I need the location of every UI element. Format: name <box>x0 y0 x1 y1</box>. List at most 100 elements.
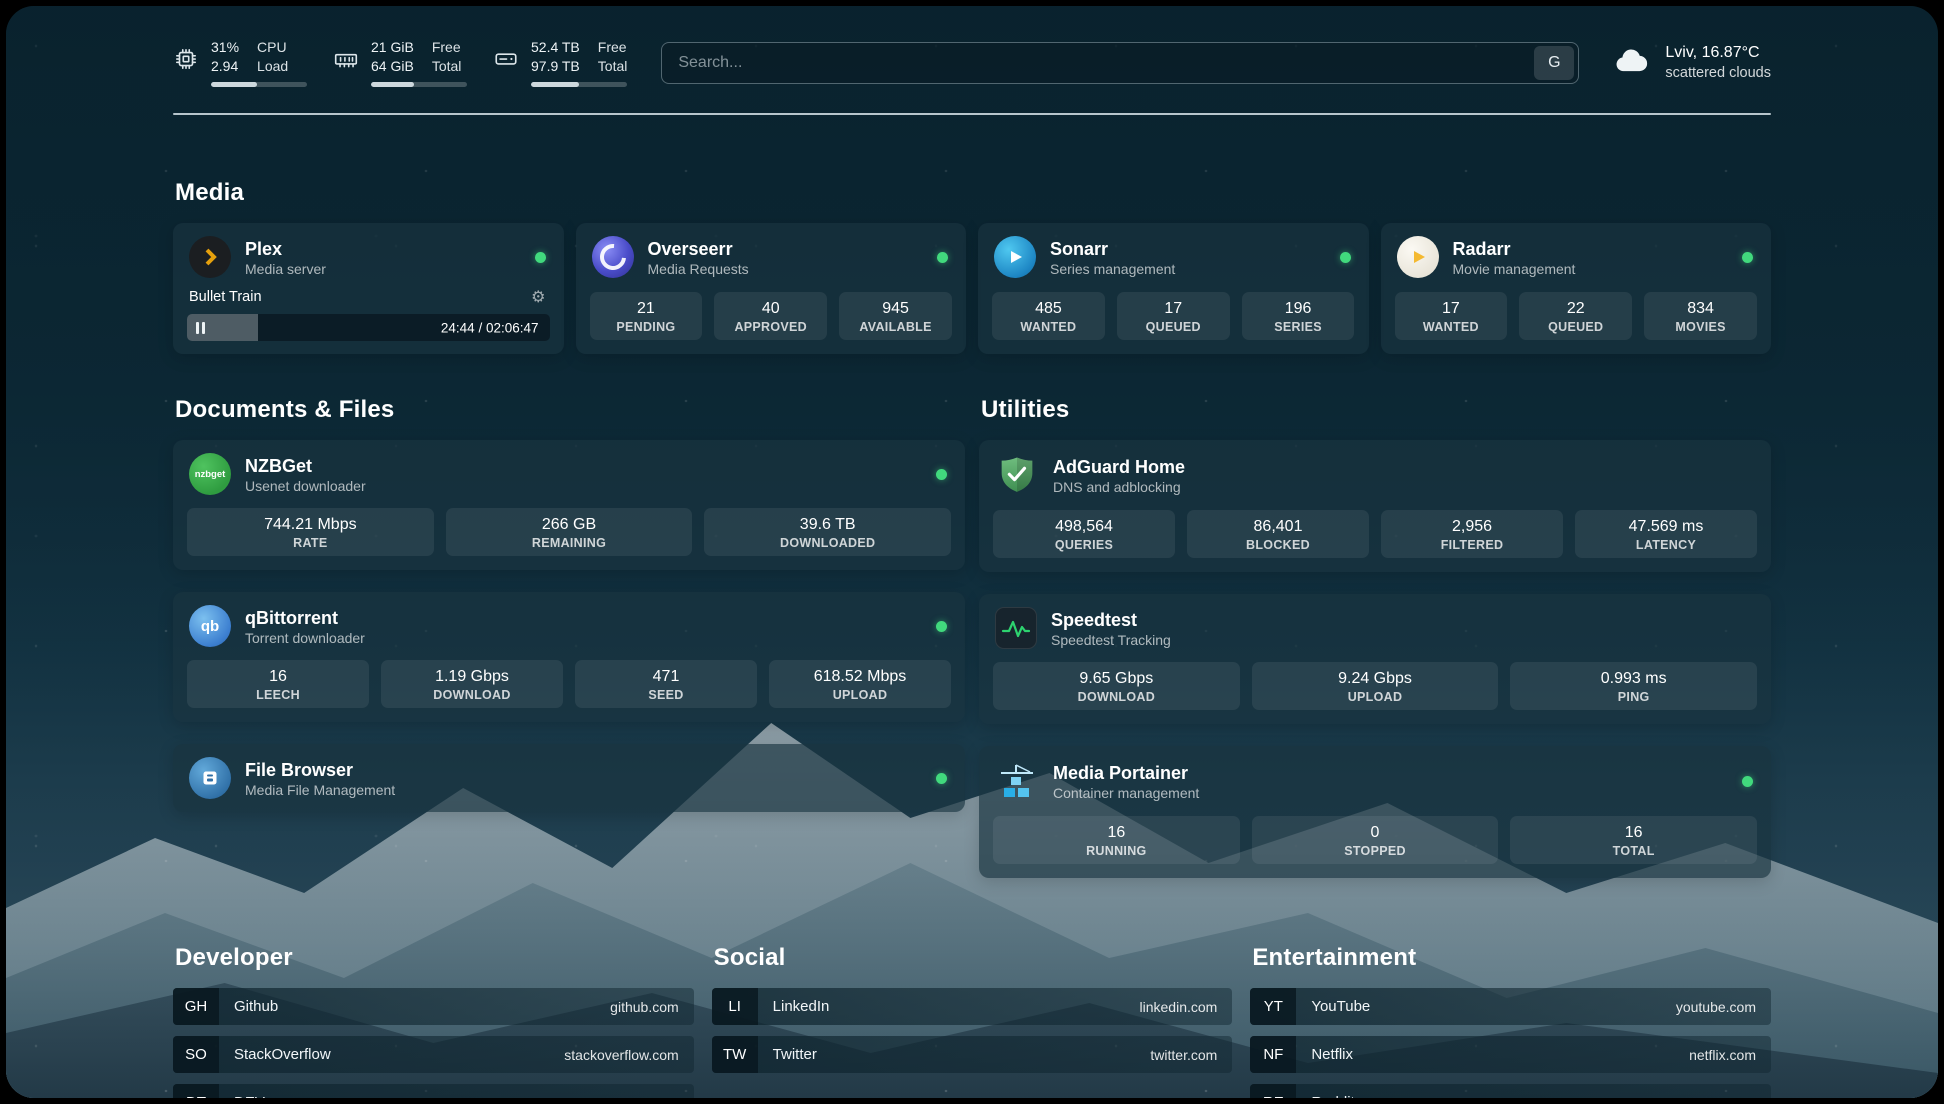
app-name: Radarr <box>1453 238 1576 260</box>
sonarr-icon <box>994 236 1036 278</box>
disk-free-value: 52.4 TB <box>531 38 580 57</box>
section-media: Media Plex Media server <box>173 179 1771 354</box>
qbittorrent-icon: qb <box>189 605 231 647</box>
status-dot <box>937 252 948 263</box>
stat-filtered: 2,956 FILTERED <box>1381 510 1563 558</box>
app-card-speedtest[interactable]: Speedtest Speedtest Tracking 9.65 Gbps D… <box>979 594 1771 724</box>
plex-icon <box>189 236 231 278</box>
search-input[interactable] <box>678 54 1534 72</box>
bookmark-netflix[interactable]: NF Netflix netflix.com <box>1250 1036 1771 1073</box>
app-name: Media Portainer <box>1053 762 1199 784</box>
app-name: Plex <box>245 238 326 260</box>
app-subtitle: Movie management <box>1453 261 1576 277</box>
disk-total-value: 97.9 TB <box>531 57 580 76</box>
bookmark-name: DEV <box>234 1094 265 1098</box>
app-card-adguard[interactable]: AdGuard Home DNS and adblocking 498,564 … <box>979 440 1771 572</box>
bookmark-url: dev.to <box>642 1095 679 1099</box>
bookmark-abbr: LI <box>712 988 758 1025</box>
app-card-filebrowser[interactable]: File Browser Media File Management <box>173 744 965 812</box>
app-card-portainer[interactable]: Media Portainer Container management 16 … <box>979 746 1771 878</box>
memory-progress-fill <box>371 82 414 87</box>
app-card-radarr[interactable]: Radarr Movie management 17 WANTED 22 QUE… <box>1381 223 1772 354</box>
stat-seed: 471 SEED <box>575 660 757 708</box>
cloud-icon <box>1613 45 1651 80</box>
media-section-title: Media <box>175 179 1771 207</box>
adguard-icon <box>995 453 1039 497</box>
radarr-icon <box>1397 236 1439 278</box>
bookmark-url: stackoverflow.com <box>564 1047 678 1063</box>
disk-monitor: 52.4 TB 97.9 TB Free Total <box>493 38 627 87</box>
app-subtitle: Media server <box>245 261 326 277</box>
app-name: Speedtest <box>1051 609 1171 631</box>
overseerr-icon <box>592 236 634 278</box>
app-card-nzbget[interactable]: nzbget NZBGet Usenet downloader 744.21 M… <box>173 440 965 570</box>
memory-total-label: Total <box>432 57 462 76</box>
status-dot <box>936 469 947 480</box>
status-dot <box>1340 252 1351 263</box>
bookmark-dev[interactable]: DT DEV dev.to <box>173 1084 694 1098</box>
bookmark-abbr: YT <box>1250 988 1296 1025</box>
now-playing-title: Bullet Train <box>189 289 262 305</box>
bookmark-linkedin[interactable]: LI LinkedIn linkedin.com <box>712 988 1233 1025</box>
app-name: Sonarr <box>1050 238 1175 260</box>
pause-icon[interactable] <box>196 322 205 334</box>
bookmarks-entertainment: Entertainment YT YouTube youtube.com NF … <box>1250 944 1771 1098</box>
bookmark-name: StackOverflow <box>234 1046 331 1063</box>
playback-time: 24:44 / 02:06:47 <box>441 320 539 335</box>
stat-queued: 17 QUEUED <box>1117 292 1230 340</box>
app-subtitle: Usenet downloader <box>245 478 366 494</box>
filebrowser-icon <box>189 757 231 799</box>
playback-progress-bar[interactable]: 24:44 / 02:06:47 <box>187 314 550 341</box>
bookmark-name: Github <box>234 998 278 1015</box>
app-name: NZBGet <box>245 455 366 477</box>
disk-free-label: Free <box>598 38 628 57</box>
bookmark-url: twitter.com <box>1150 1047 1217 1063</box>
bookmark-url: github.com <box>610 999 678 1015</box>
bookmark-twitter[interactable]: TW Twitter twitter.com <box>712 1036 1233 1073</box>
app-subtitle: Speedtest Tracking <box>1051 632 1171 648</box>
app-name: qBittorrent <box>245 607 365 629</box>
app-card-qbittorrent[interactable]: qb qBittorrent Torrent downloader 16 LEE… <box>173 592 965 722</box>
search-provider-button[interactable]: G <box>1534 46 1574 80</box>
cpu-label: CPU <box>257 38 288 57</box>
app-card-overseerr[interactable]: Overseerr Media Requests 21 PENDING 40 A… <box>576 223 967 354</box>
stat-series: 196 SERIES <box>1242 292 1355 340</box>
cpu-load-value: 2.94 <box>211 57 239 76</box>
stat-rate: 744.21 Mbps RATE <box>187 508 434 556</box>
memory-total-value: 64 GiB <box>371 57 414 76</box>
status-dot <box>1742 776 1753 787</box>
app-card-sonarr[interactable]: Sonarr Series management 485 WANTED 17 Q… <box>978 223 1369 354</box>
bookmark-url: netflix.com <box>1689 1047 1756 1063</box>
bookmark-abbr: SO <box>173 1036 219 1073</box>
stat-download: 1.19 Gbps DOWNLOAD <box>381 660 563 708</box>
status-dot <box>535 252 546 263</box>
resource-monitors: 31% 2.94 CPU Load <box>173 38 627 87</box>
bookmark-abbr: GH <box>173 988 219 1025</box>
status-dot <box>1742 252 1753 263</box>
app-subtitle: Media Requests <box>648 261 749 277</box>
app-name: Overseerr <box>648 238 749 260</box>
cpu-monitor: 31% 2.94 CPU Load <box>173 38 307 87</box>
app-subtitle: Series management <box>1050 261 1175 277</box>
app-subtitle: Media File Management <box>245 782 395 798</box>
stat-queued: 22 QUEUED <box>1519 292 1632 340</box>
dashboard-screen: 31% 2.94 CPU Load <box>6 6 1938 1098</box>
bookmarks-social: Social LI LinkedIn linkedin.com TW Twitt… <box>712 944 1233 1098</box>
app-card-plex[interactable]: Plex Media server Bullet Train ⚙ 24:44 /… <box>173 223 564 354</box>
gear-icon[interactable]: ⚙ <box>531 287 545 307</box>
weather-condition: scattered clouds <box>1665 65 1771 81</box>
bookmark-stackoverflow[interactable]: SO StackOverflow stackoverflow.com <box>173 1036 694 1073</box>
bookmark-url: youtube.com <box>1676 999 1756 1015</box>
stat-wanted: 485 WANTED <box>992 292 1105 340</box>
search-bar: G <box>661 42 1579 84</box>
disk-progress-track <box>531 82 627 87</box>
bookmark-name: LinkedIn <box>773 998 830 1015</box>
bookmarks-developer: Developer GH Github github.com SO StackO… <box>173 944 694 1098</box>
bookmark-reddit[interactable]: RE Reddit reddit.com <box>1250 1084 1771 1098</box>
stat-latency: 47.569 ms LATENCY <box>1575 510 1757 558</box>
portainer-icon <box>995 759 1039 803</box>
bookmark-github[interactable]: GH Github github.com <box>173 988 694 1025</box>
bookmark-youtube[interactable]: YT YouTube youtube.com <box>1250 988 1771 1025</box>
nzbget-icon: nzbget <box>189 453 231 495</box>
stat-total: 16 TOTAL <box>1510 816 1757 864</box>
